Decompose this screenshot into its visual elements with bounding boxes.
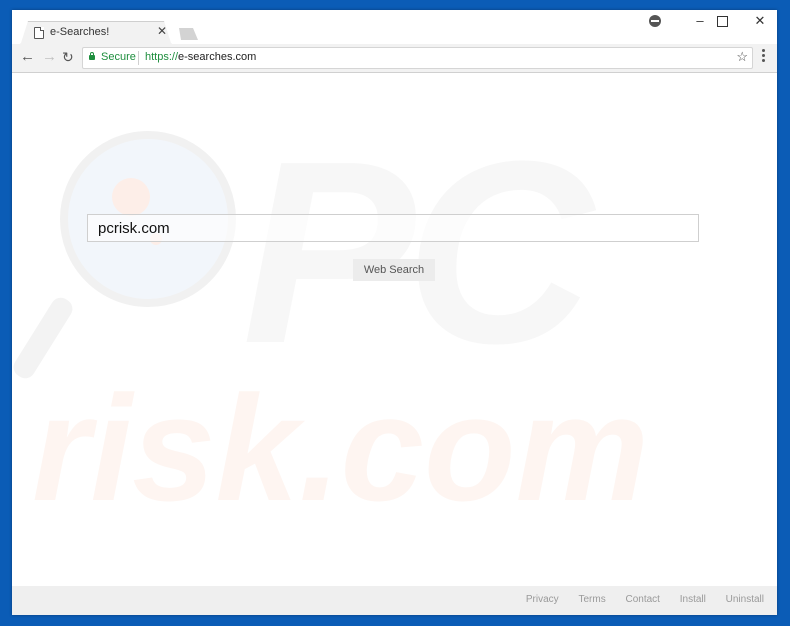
url-scheme: https:// <box>145 51 179 63</box>
divider <box>138 51 139 65</box>
secure-label: Secure <box>101 51 136 63</box>
tab-title: e-Searches! <box>50 26 110 38</box>
tab-content[interactable]: e-Searches! ✕ <box>20 21 170 45</box>
url-host: e-searches.com <box>178 51 257 63</box>
footer-link-contact[interactable]: Contact <box>625 594 659 605</box>
browser-toolbar: ← → ↻ Secure https://e-searches.com ☆ <box>12 44 777 73</box>
search-input[interactable] <box>87 214 699 242</box>
back-arrow-icon[interactable]: ← <box>20 49 35 65</box>
more-menu-icon[interactable] <box>760 49 766 64</box>
bookmark-star-icon[interactable]: ☆ <box>736 49 748 65</box>
page-footer: Privacy Terms Contact Install Uninstall <box>12 586 777 615</box>
new-tab-button[interactable] <box>176 28 198 40</box>
logo-text: e-Searches <box>257 133 532 191</box>
profile-icon[interactable] <box>649 15 661 27</box>
watermark-risk-text: risk.com <box>32 364 649 532</box>
url-text[interactable]: https://e-searches.com <box>145 51 256 63</box>
footer-links: Privacy Terms Contact Install Uninstall <box>509 594 764 605</box>
site-logo: e-Searches <box>12 133 777 191</box>
footer-link-uninstall[interactable]: Uninstall <box>726 594 764 605</box>
tab-close-icon[interactable]: ✕ <box>157 24 167 38</box>
reload-icon[interactable]: ↻ <box>62 49 74 65</box>
minimize-icon[interactable]: – <box>690 13 710 28</box>
title-bar: e-Searches! ✕ – ✕ <box>12 10 777 44</box>
forward-arrow-icon[interactable]: → <box>42 49 57 65</box>
footer-link-install[interactable]: Install <box>680 594 706 605</box>
page-icon <box>34 27 44 39</box>
lock-icon <box>89 52 95 60</box>
web-search-button[interactable]: Web Search <box>353 259 435 281</box>
footer-link-privacy[interactable]: Privacy <box>526 594 559 605</box>
address-bar[interactable]: Secure https://e-searches.com ☆ <box>82 47 753 69</box>
browser-window: e-Searches! ✕ – ✕ ← → ↻ Secure https://e… <box>12 10 777 615</box>
window-close-icon[interactable]: ✕ <box>750 13 770 29</box>
maximize-icon[interactable] <box>717 16 728 27</box>
footer-link-terms[interactable]: Terms <box>578 594 605 605</box>
page-viewport: PC risk.com e-Searches Web Search Privac… <box>12 73 777 615</box>
